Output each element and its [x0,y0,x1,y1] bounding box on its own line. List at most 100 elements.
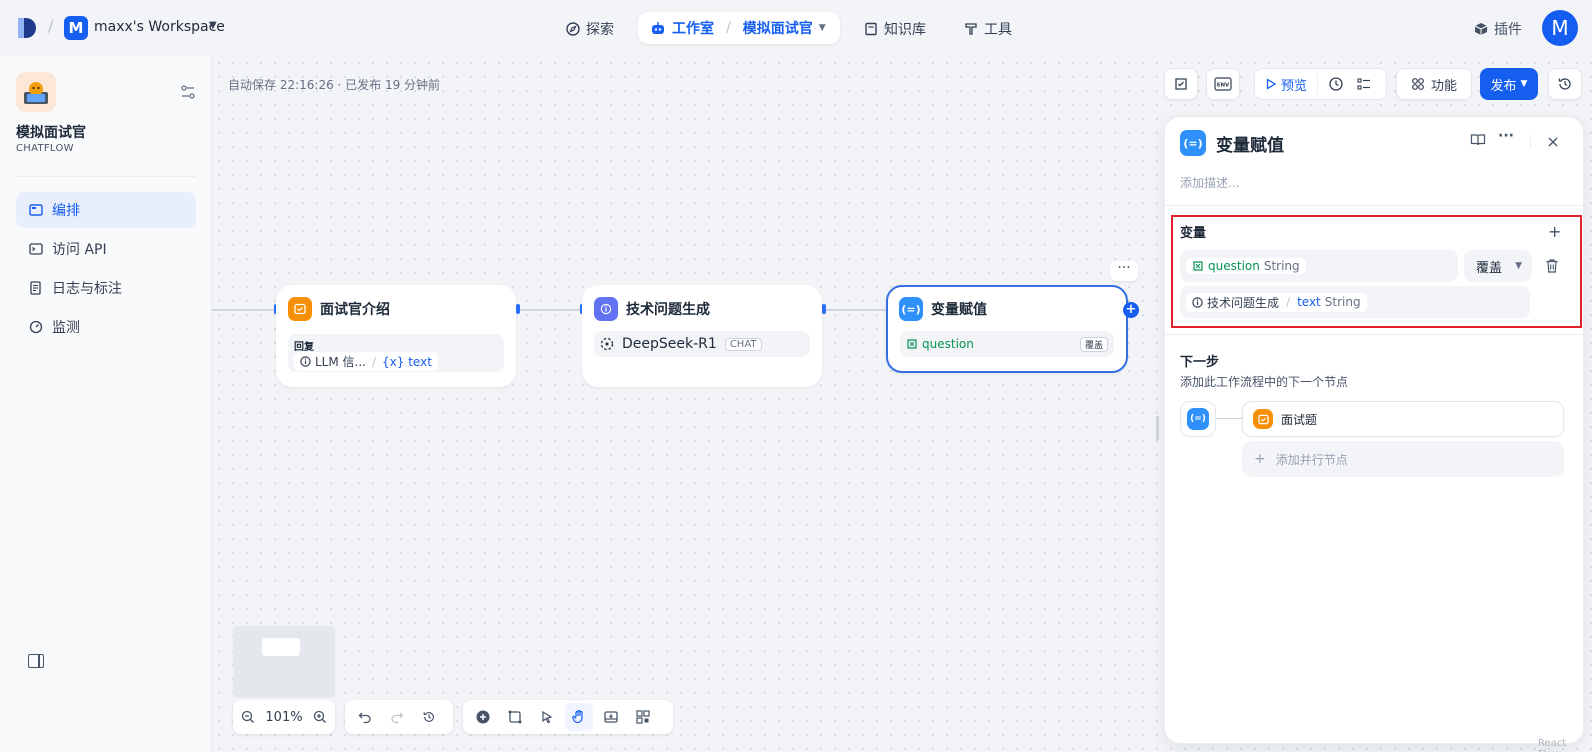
checklist-icon [1175,78,1187,90]
undo-button[interactable] [351,703,379,731]
source-chip: 技术问题生成 / text String [1186,292,1367,312]
divider [1164,205,1584,206]
divider [1530,134,1531,148]
minimap[interactable] [233,626,335,698]
model-name: DeepSeek-R1 [622,336,717,352]
zoom-out-icon [242,710,255,723]
robot-icon [652,22,664,34]
node-title: 技术问题生成 [626,302,710,318]
next-node-item[interactable]: 面试题 [1242,401,1564,437]
sidebar-item-orchestrate[interactable]: 编排 [16,192,196,228]
list-check-icon [1357,78,1371,90]
history-button[interactable] [415,703,443,731]
react-flow-attribution[interactable]: React Flow [1538,738,1592,752]
layout-grid-icon [636,710,650,724]
plugins-label: 插件 [1494,22,1522,38]
variable-name: question [1208,259,1260,273]
canvas-tools [463,700,673,734]
nav-studio[interactable]: 工作室 / 模拟面试官 ▼ [638,12,840,44]
variable-icon [1193,261,1203,271]
assign-mode-select[interactable]: 覆盖 ▼ [1464,250,1532,282]
chevron-down-icon[interactable]: ▼ [819,23,826,33]
nav-knowledge[interactable]: 知识库 [858,14,932,44]
run-history-button[interactable] [1322,70,1350,98]
preview-button[interactable]: 预览 [1255,74,1319,94]
answer-icon [1253,409,1273,429]
model-icon [600,337,614,351]
features-button[interactable]: 功能 [1396,68,1472,100]
publish-button[interactable]: 发布 ▼ [1480,68,1538,100]
sidebar-item-monitor[interactable]: 监测 [16,309,196,345]
workflow-node-assigner[interactable]: (=) 变量赋值 question 覆盖 [886,285,1128,373]
nav-tools[interactable]: 工具 [958,14,1018,44]
history-icon [423,712,434,722]
panel-title[interactable]: 变量赋值 [1216,131,1284,156]
top-bar: / M maxx's Workspace ▼ 探索 工作室 / 模拟面试官 ▼ … [0,0,1592,56]
features-label: 功能 [1430,78,1457,94]
sidebar-item-label: 访问 API [52,242,107,258]
assign-mode-value: 覆盖 [1476,260,1503,276]
workflow-node-answer[interactable]: 面试官介绍 [276,285,516,387]
answer-icon [288,297,312,321]
organize-button[interactable] [629,703,657,731]
export-image-button[interactable] [597,703,625,731]
gauge-icon [28,319,44,335]
redo-button[interactable] [383,703,411,731]
description-input[interactable]: 添加描述... [1180,174,1239,191]
sidebar-item-logs[interactable]: 日志与标注 [16,270,196,306]
settings-sliders-icon[interactable] [180,84,196,100]
source-variable-selector[interactable]: 技术问题生成 / text String [1180,286,1530,318]
user-avatar[interactable]: M [1542,10,1578,46]
checklist-button[interactable] [1350,70,1378,98]
variable-chip: question String [1186,258,1306,274]
env-button[interactable]: ENV [1206,68,1240,100]
variable-selector[interactable]: question String [1180,250,1458,282]
nav-current-app[interactable]: 模拟面试官 [743,18,813,38]
workspace-avatar[interactable]: M [64,16,88,40]
add-node-icon[interactable]: + [1123,302,1139,318]
check-list-button[interactable] [1164,68,1198,100]
log-icon [28,280,44,296]
nav-separator: / [726,20,731,36]
pointer-icon [542,710,553,724]
variable-type: String [1263,259,1300,273]
zoom-out-button[interactable] [239,703,257,731]
panel-resize-handle[interactable] [1156,416,1159,440]
node-title: 变量赋值 [931,302,987,318]
version-history-button[interactable] [1548,68,1582,100]
source-var-type: String [1324,295,1361,309]
add-parallel-node-button[interactable]: + 添加并行节点 [1242,441,1564,477]
app-type: CHATFLOW [16,143,74,154]
add-node-button[interactable] [469,703,497,731]
more-icon[interactable]: ··· [1110,261,1138,281]
node-output-port[interactable] [516,304,520,314]
workspace-name[interactable]: maxx's Workspace [94,19,225,35]
dify-logo-icon[interactable] [16,16,36,40]
book-open-icon[interactable] [1470,132,1486,148]
info-icon [300,356,311,367]
hammer-icon [965,23,977,35]
zoom-in-button[interactable] [311,703,329,731]
chip-separator: / [1286,295,1291,309]
zoom-in-icon [313,710,326,723]
hand-mode-button[interactable] [565,703,593,731]
sidebar-item-label: 监测 [52,320,80,336]
close-icon[interactable] [1547,136,1559,148]
grid-icon [1412,78,1424,90]
model-tag: CHAT [724,337,762,351]
add-note-button[interactable] [501,703,529,731]
minimap-viewport [262,638,300,656]
node-output-port[interactable] [822,304,826,314]
pointer-mode-button[interactable] [533,703,561,731]
add-variable-icon[interactable]: + [1548,222,1561,241]
collapse-sidebar-icon[interactable] [28,654,44,668]
more-icon[interactable]: ··· [1498,128,1514,144]
nav-explore[interactable]: 探索 [560,14,620,44]
plus-circle-icon [476,710,490,724]
plugins-link[interactable]: 插件 [1474,19,1522,39]
trash-icon[interactable] [1545,258,1559,274]
zoom-level[interactable]: 101% [261,710,306,725]
workflow-node-llm[interactable]: 技术问题生成 DeepSeek-R1 CHAT [582,285,822,387]
chevron-down-icon[interactable]: ▼ [209,20,217,31]
sidebar-item-api[interactable]: 访问 API [16,231,196,267]
